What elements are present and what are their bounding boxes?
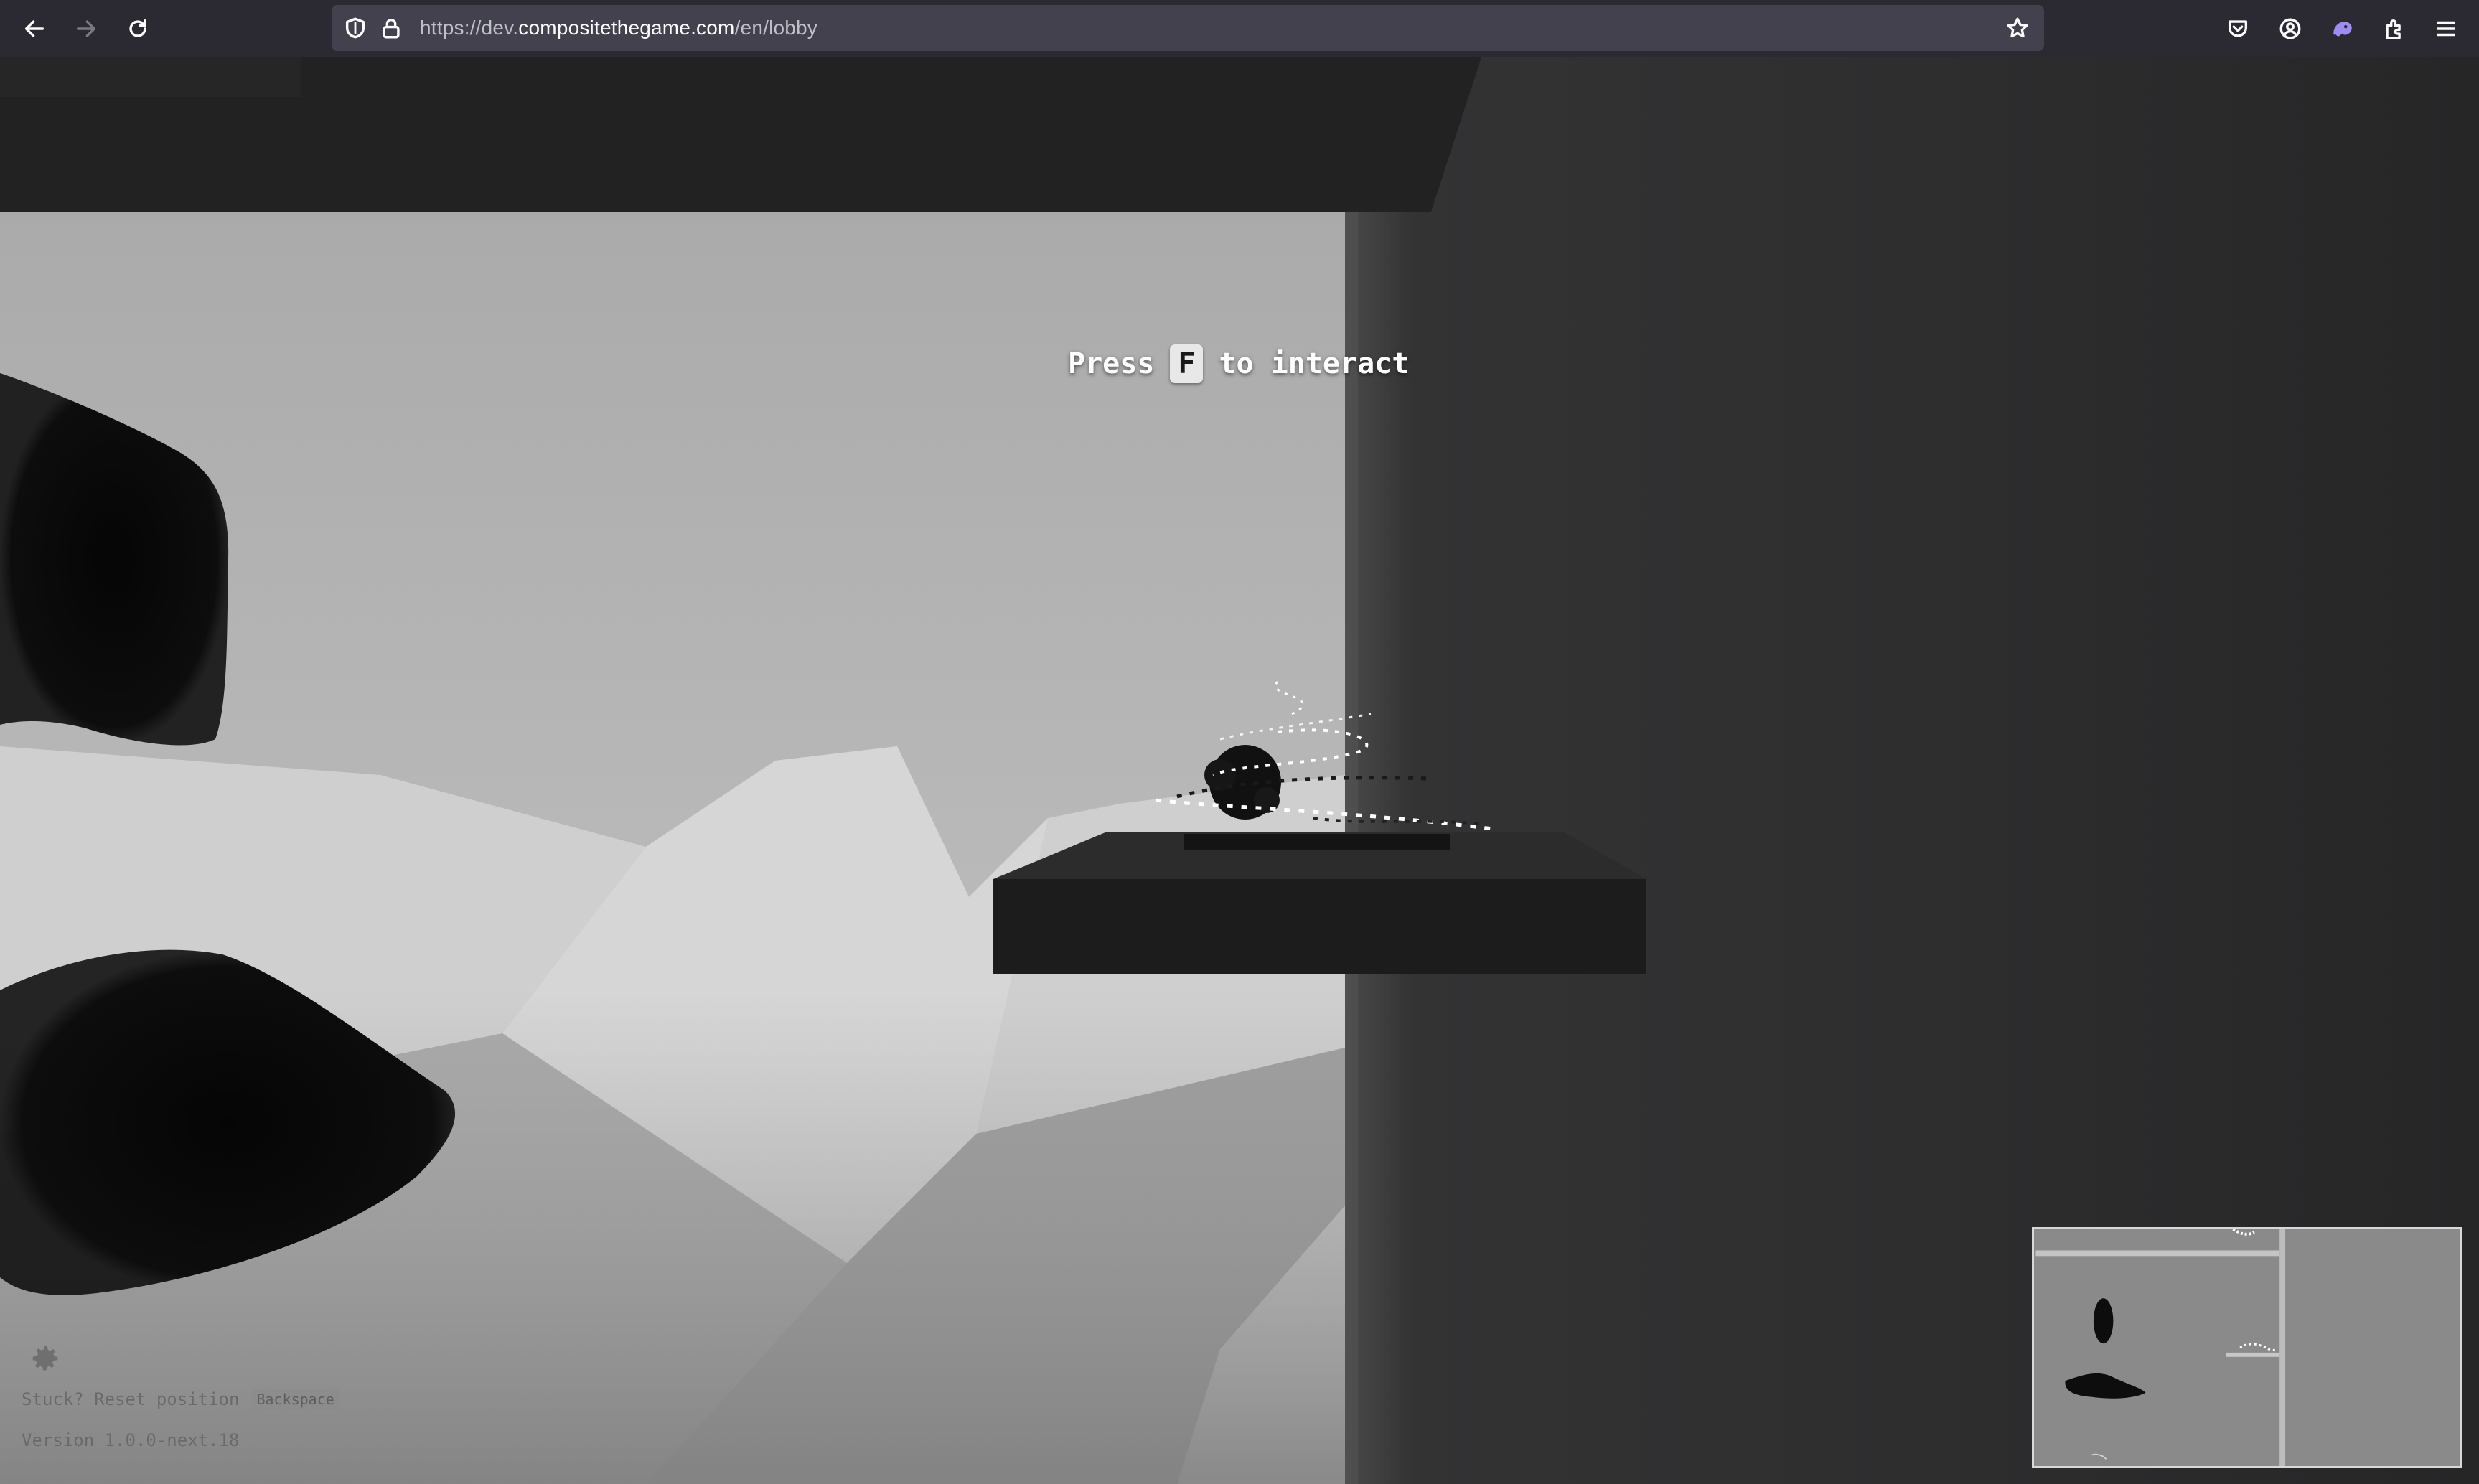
interact-key: F — [1170, 344, 1204, 383]
game-canvas[interactable]: Press F to interact Stuck? Reset positio… — [0, 57, 2479, 1484]
extension-button[interactable] — [2324, 10, 2361, 47]
menu-button[interactable] — [2427, 10, 2465, 47]
pocket-button[interactable] — [2219, 10, 2257, 47]
lock-icon[interactable] — [379, 16, 403, 40]
prompt-text-after: to interact — [1219, 347, 1410, 380]
extension-icon — [2333, 22, 2352, 37]
account-icon — [2279, 18, 2301, 39]
puzzle-icon — [2386, 19, 2401, 39]
reload-button[interactable] — [119, 10, 156, 47]
gear-icon — [32, 1346, 58, 1371]
browser-toolbar: https://dev.compositethegame.com/en/lobb… — [0, 0, 2479, 57]
forward-button[interactable] — [67, 10, 105, 47]
reload-icon — [129, 19, 146, 37]
pocket-icon — [2228, 20, 2248, 37]
prompt-text-before: Press — [1068, 347, 1155, 380]
forward-arrow-icon — [76, 20, 96, 37]
account-button[interactable] — [2272, 10, 2309, 47]
minimap — [2032, 1227, 2462, 1468]
back-arrow-icon — [24, 20, 44, 37]
reset-position-link[interactable]: Stuck? Reset position — [22, 1389, 239, 1409]
address-bar[interactable]: https://dev.compositethegame.com/en/lobb… — [332, 5, 2044, 51]
tracking-shield-icon[interactable] — [343, 16, 367, 40]
star-icon[interactable] — [2005, 16, 2030, 40]
minimap-scene — [2035, 1229, 2459, 1466]
stuck-hint: Stuck? Reset position Backspace — [22, 1389, 339, 1410]
back-button[interactable] — [16, 10, 53, 47]
hamburger-menu-icon — [2436, 21, 2456, 37]
backspace-key-chip: Backspace — [252, 1389, 339, 1410]
url-text[interactable]: https://dev.compositethegame.com/en/lobb… — [420, 17, 817, 39]
extensions-button[interactable] — [2376, 10, 2413, 47]
version-label: Version 1.0.0-next.18 — [22, 1430, 240, 1450]
floating-platform — [993, 832, 1646, 974]
settings-button[interactable] — [29, 1342, 62, 1375]
interact-prompt: Press F to interact — [1068, 342, 1409, 385]
